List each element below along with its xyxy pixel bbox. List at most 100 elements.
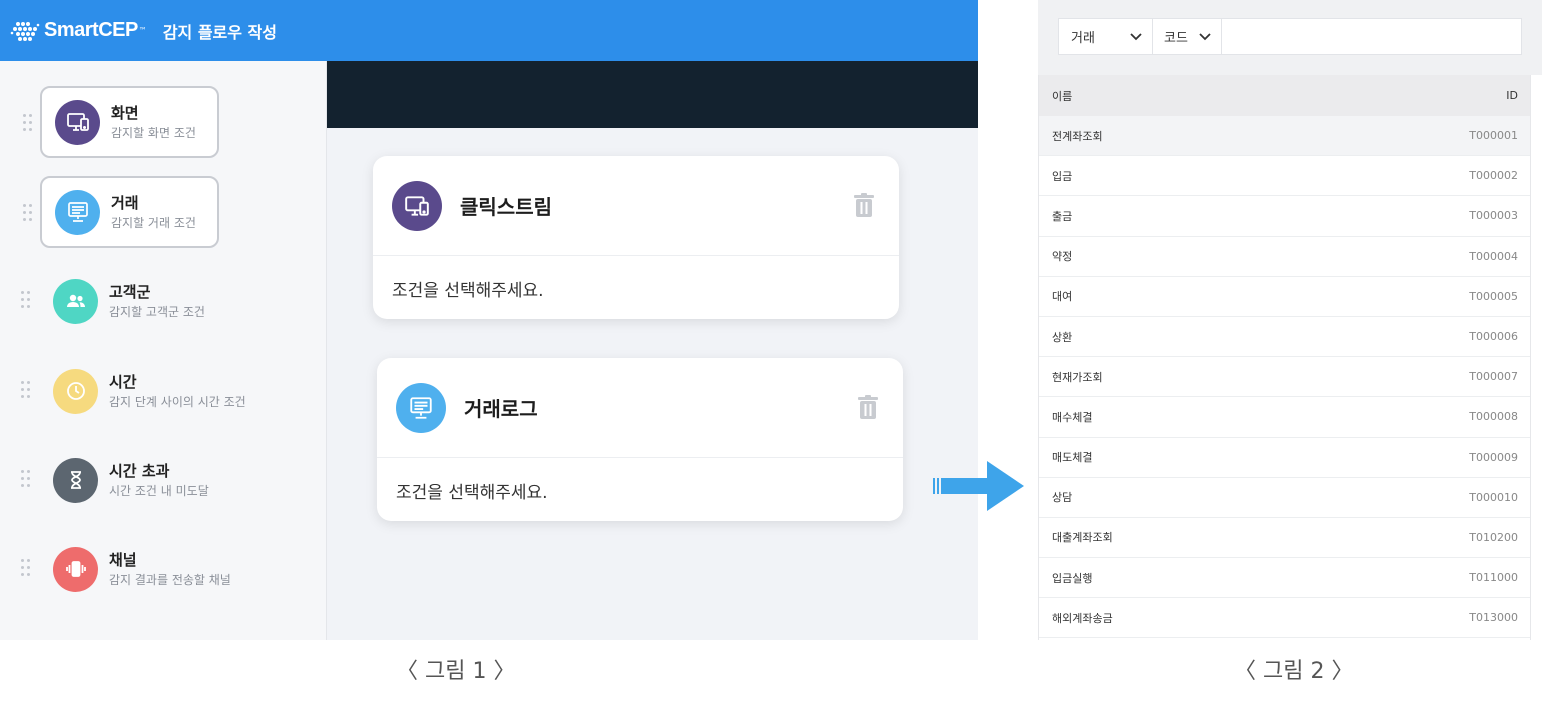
row-name: 상담 [1052,491,1073,505]
sidebar-item-subtitle: 감지 결과를 전송할 채널 [109,572,231,587]
row-id: T000010 [1469,490,1518,504]
figure-2-caption: 〈 그림 2 〉 [1234,659,1354,684]
figure-2-transaction-list: 거래 코드 이름 ID 전계좌조회 T000001 입금 T000002 출금 T0000… [1038,0,1542,640]
row-id: T000002 [1469,169,1518,183]
drag-handle-icon[interactable] [23,114,33,134]
row-name: 매도체결 [1052,451,1093,465]
search-input[interactable] [1221,18,1522,55]
sidebar-item-2[interactable]: 고객군감지할 고객군 조건 [21,265,219,337]
row-id: T000009 [1469,450,1518,464]
trash-icon[interactable] [857,395,879,419]
table-row[interactable]: 약정 T000004 [1039,237,1530,277]
row-id: T000006 [1469,330,1518,344]
transaction-table: 이름 ID 전계좌조회 T000001 입금 T000002 출금 T000003 약정 T0… [1038,75,1531,640]
column-header-id: ID [1506,89,1518,102]
row-name: 대여 [1052,290,1073,304]
sidebar-item-subtitle: 감지할 거래 조건 [111,215,196,230]
table-row[interactable]: 대출계좌조회 T010200 [1039,518,1530,559]
sidebar-item-title: 시간 초과 [109,461,170,480]
users-icon [53,278,98,324]
drag-handle-icon[interactable] [21,470,31,490]
sidebar-item-text: 채널감지 결과를 전송할 채널 [109,551,231,588]
row-name: 매수체결 [1052,410,1093,424]
row-name: 출금 [1052,209,1073,223]
sidebar-item-3[interactable]: 시간감지 단계 사이의 시간 조건 [21,355,246,427]
flow-card-transaction-log[interactable]: 거래로그 조건을 선택해주세요. [377,358,903,521]
table-row[interactable]: 대여 T000005 [1039,277,1530,317]
transaction-terminal-icon [55,189,100,235]
figure-1-screen: SmartCEP ™ 감지 플로우 작성 화면 감지할 화면 조건거래 감지할 거래… [0,0,978,640]
table-row[interactable]: 상환 T000006 [1039,317,1530,358]
sidebar-item-text: 고객군감지할 고객군 조건 [109,283,205,320]
row-name: 입금실행 [1052,571,1093,585]
sidebar-item-title: 시간 [109,372,137,391]
sidebar-item-1[interactable]: 거래 감지할 거래 조건 [23,176,219,248]
type-select-value: 거래 [1071,31,1095,46]
sidebar-item-subtitle: 감지할 화면 조건 [111,125,196,140]
row-id: T010200 [1469,530,1518,544]
row-id: T000008 [1469,410,1518,424]
column-header-name: 이름 [1052,89,1073,103]
chevron-down-icon [1199,33,1211,41]
phone-vibrate-icon [53,546,98,592]
row-name: 전계좌조회 [1052,129,1103,143]
chevron-down-icon [1130,33,1142,41]
filter-bar: 거래 코드 [1038,0,1542,75]
row-name: 약정 [1052,250,1073,264]
row-name: 대출계좌조회 [1052,531,1113,545]
flow-card-clickstream[interactable]: 클릭스트림 조건을 선택해주세요. [373,156,899,319]
trash-icon[interactable] [853,193,875,217]
sidebar-item-4[interactable]: 시간 초과 시간 조건 내 미도달 [21,444,219,516]
drag-handle-icon[interactable] [21,291,31,311]
type-select[interactable]: 거래 [1058,18,1153,55]
monitor-icon [392,180,442,231]
card-title: 거래로그 [464,397,538,421]
table-row[interactable]: 입금 T000002 [1039,156,1530,197]
table-body: 전계좌조회 T000001 입금 T000002 출금 T000003 약정 T000004 대… [1039,116,1530,639]
table-row[interactable]: 매도체결 T000009 [1039,438,1530,478]
top-bar: SmartCEP ™ 감지 플로우 작성 [0,0,978,61]
row-id: T000001 [1469,129,1518,143]
drag-handle-icon[interactable] [23,204,33,224]
card-header: 거래로그 [377,358,903,458]
sidebar-item-0[interactable]: 화면 감지할 화면 조건 [23,86,219,158]
row-name: 상환 [1052,330,1073,344]
card-title: 클릭스트림 [460,195,552,219]
field-select[interactable]: 코드 [1152,18,1222,55]
row-name: 현재가조회 [1052,370,1103,384]
right-arrow-icon [933,461,1024,511]
table-row[interactable]: 상담 T000010 [1039,478,1530,518]
sidebar-item-text: 시간감지 단계 사이의 시간 조건 [109,373,246,410]
row-id: T013000 [1469,611,1518,625]
row-id: T000007 [1469,370,1518,384]
sidebar-item-title: 채널 [109,550,137,569]
canvas-header-band [327,61,978,128]
figure-1-caption: 〈 그림 1 〉 [396,659,516,684]
table-header: 이름 ID [1039,75,1530,116]
table-row[interactable]: 현재가조회 T000007 [1039,357,1530,398]
drag-handle-icon[interactable] [21,381,31,401]
brand-name: SmartCEP [44,19,138,41]
table-row[interactable]: 출금 T000003 [1039,196,1530,237]
sidebar-item-subtitle: 감지할 고객군 조건 [109,304,205,319]
hourglass-icon [53,457,98,503]
sidebar-item-subtitle: 감지 단계 사이의 시간 조건 [109,394,246,409]
drag-handle-icon[interactable] [21,559,31,579]
table-row[interactable]: 해외계좌송금 T013000 [1039,598,1530,639]
table-row[interactable]: 매수체결 T000008 [1039,397,1530,438]
brand-logo[interactable]: SmartCEP ™ [10,16,147,46]
field-select-value: 코드 [1164,31,1188,46]
sidebar-item-title: 고객군 [109,282,151,301]
table-row[interactable]: 입금실행 T011000 [1039,558,1530,599]
row-name: 해외계좌송금 [1052,611,1113,625]
node-palette-sidebar: 화면 감지할 화면 조건거래 감지할 거래 조건고객군감지할 고객군 조건시간감지 … [0,61,327,640]
page-title: 감지 플로우 작성 [162,22,277,42]
brand-trademark: ™ [138,26,147,35]
sidebar-item-text: 거래 감지할 거래 조건 [111,194,196,231]
sidebar-item-5[interactable]: 채널감지 결과를 전송할 채널 [21,533,231,605]
logo-mark-icon [10,21,40,41]
monitor-icon [55,99,100,145]
row-id: T000004 [1469,249,1518,263]
table-row[interactable]: 전계좌조회 T000001 [1039,116,1530,157]
sidebar-item-text: 화면 감지할 화면 조건 [111,104,196,141]
